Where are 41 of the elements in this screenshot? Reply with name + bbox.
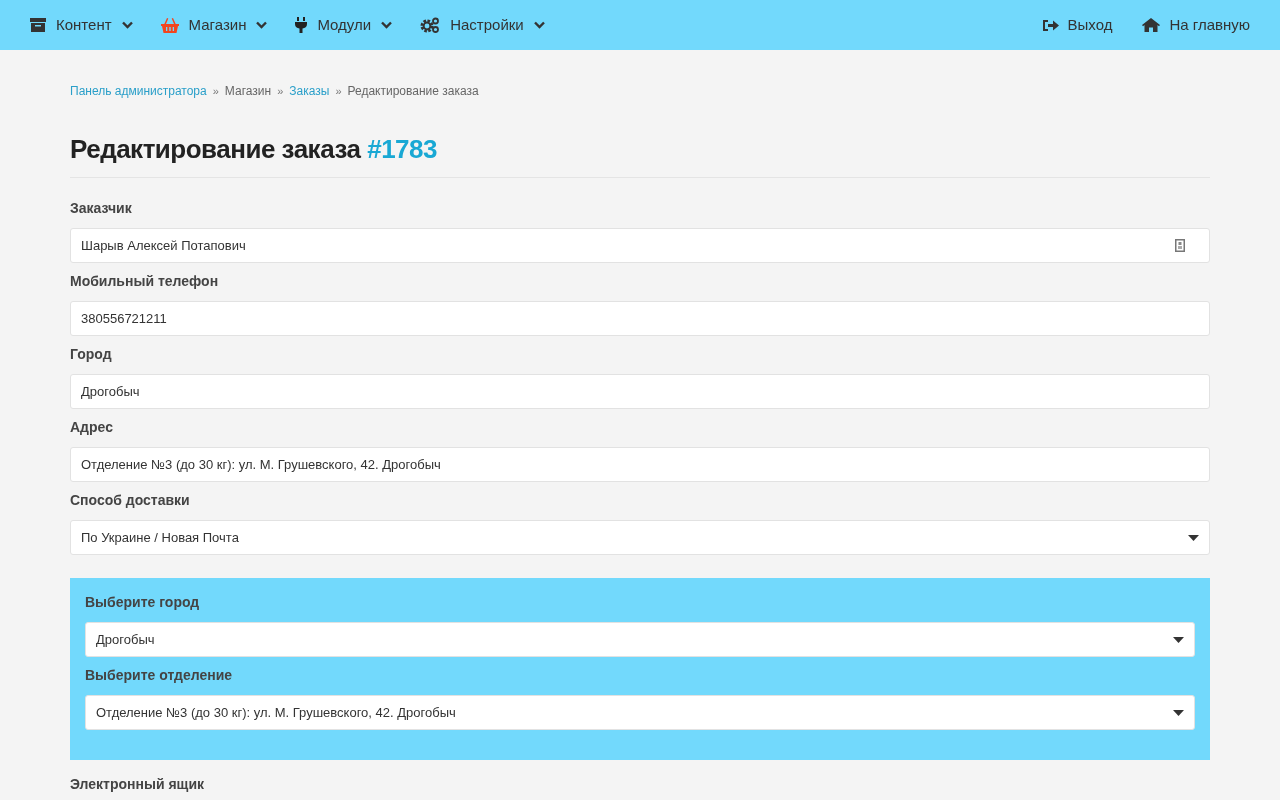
nav-menu-item[interactable]: Магазин	[188, 13, 247, 37]
contact-card-icon[interactable]	[1175, 239, 1185, 252]
breadcrumb-separator: »	[335, 83, 342, 99]
nav-link[interactable]: Выход	[1067, 13, 1113, 37]
input-field[interactable]: Шарыв Алексей Потапович	[70, 228, 1210, 263]
sign-out-icon	[1042, 18, 1059, 32]
field-label: Город	[70, 345, 112, 364]
select-field[interactable]: Дрогобыч	[85, 622, 1195, 657]
plug-icon	[295, 17, 308, 33]
archive-box-icon	[30, 18, 46, 32]
input-field[interactable]: Отделение №3 (до 30 кг): ул. М. Грушевского, 42. Дрогобыч	[70, 447, 1210, 482]
home-icon	[1142, 18, 1161, 32]
input-field[interactable]: 380556721211	[70, 301, 1210, 336]
dropdown-arrow-icon	[1188, 534, 1199, 541]
chevron-down-icon	[533, 21, 545, 29]
field-label: Адрес	[70, 418, 113, 437]
chevron-down-icon	[121, 21, 133, 29]
field-label: Заказчик	[70, 199, 132, 218]
page-title: Редактирование заказа #1783	[70, 133, 437, 166]
input-field[interactable]: Дрогобыч	[70, 374, 1210, 409]
field-label: Выберите отделение	[85, 666, 233, 685]
nav-menu-item[interactable]: Настройки	[450, 13, 524, 37]
field-label: Мобильный телефон	[70, 272, 219, 291]
field-label: Выберите город	[85, 593, 200, 612]
breadcrumb-separator: »	[277, 83, 284, 99]
gears-icon	[420, 17, 441, 33]
field-label: Электронный ящик	[70, 775, 206, 794]
basket-icon	[160, 17, 179, 33]
nav-menu-item[interactable]: Модули	[317, 13, 372, 37]
chevron-down-icon	[256, 21, 268, 29]
nav-menu-item[interactable]: Контент	[56, 13, 112, 37]
chevron-down-icon	[381, 21, 393, 29]
breadcrumb-separator: »	[212, 83, 219, 99]
breadcrumb-item: Магазин	[224, 83, 272, 100]
select-field[interactable]: Отделение №3 (до 30 кг): ул. М. Грушевского, 42. Дрогобыч	[85, 695, 1195, 730]
breadcrumb-item: Редактирование заказа	[347, 83, 479, 100]
dropdown-arrow-icon	[1173, 709, 1184, 716]
select-field[interactable]: По Украине / Новая Почта	[70, 520, 1210, 555]
field-label: Способ доставки	[70, 491, 190, 510]
nav-link[interactable]: На главную	[1169, 13, 1250, 37]
dropdown-arrow-icon	[1173, 636, 1184, 643]
